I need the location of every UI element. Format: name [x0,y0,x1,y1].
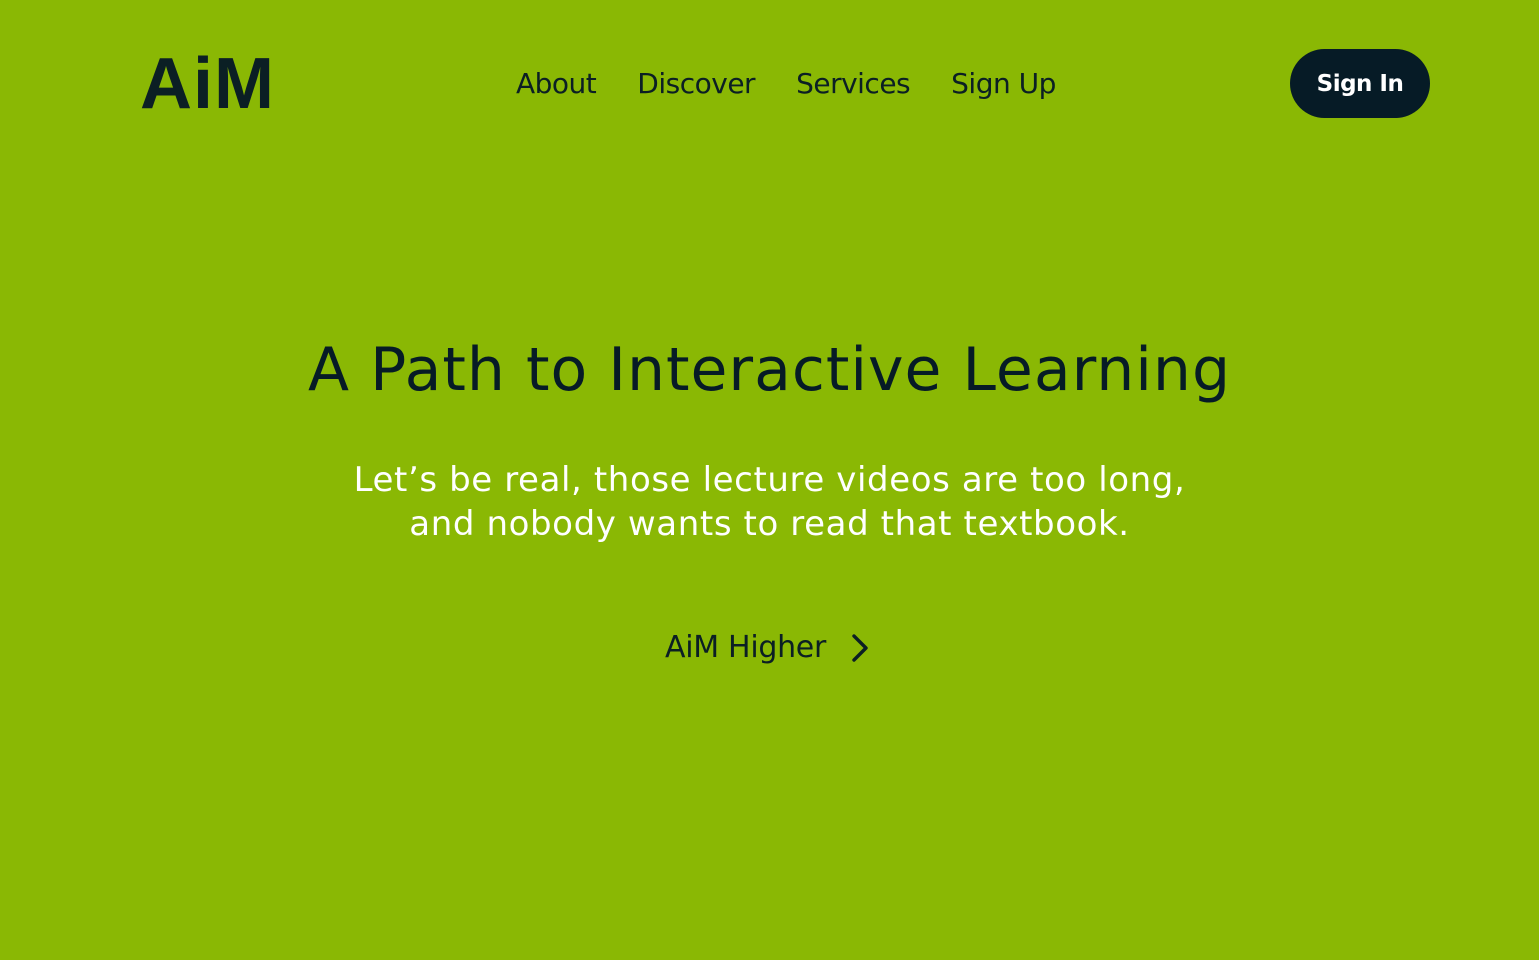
hero-title: A Path to Interactive Learning [307,335,1232,405]
logo[interactable]: AiM [140,44,275,124]
hero-subtitle: Let’s be real, those lecture videos are … [0,458,1539,546]
nav-link-discover[interactable]: Discover [637,64,755,104]
nav-link-about[interactable]: About [516,64,597,104]
chevron-right-icon [852,634,868,662]
site-header: AiM About Discover Services Sign Up Sign… [0,0,1539,170]
nav-link-sign-up[interactable]: Sign Up [951,64,1056,104]
aim-higher-link[interactable]: AiM Higher [0,624,1539,672]
nav-link-services[interactable]: Services [796,64,911,104]
aim-higher-label: AiM Higher [664,630,827,665]
hero-subtitle-line: Let’s be real, those lecture videos are … [353,460,1186,500]
sign-in-button[interactable]: Sign In [1290,49,1430,118]
hero-subtitle-line: and nobody wants to read that textbook. [409,504,1130,544]
main-nav: About Discover Services Sign Up [516,64,1056,104]
